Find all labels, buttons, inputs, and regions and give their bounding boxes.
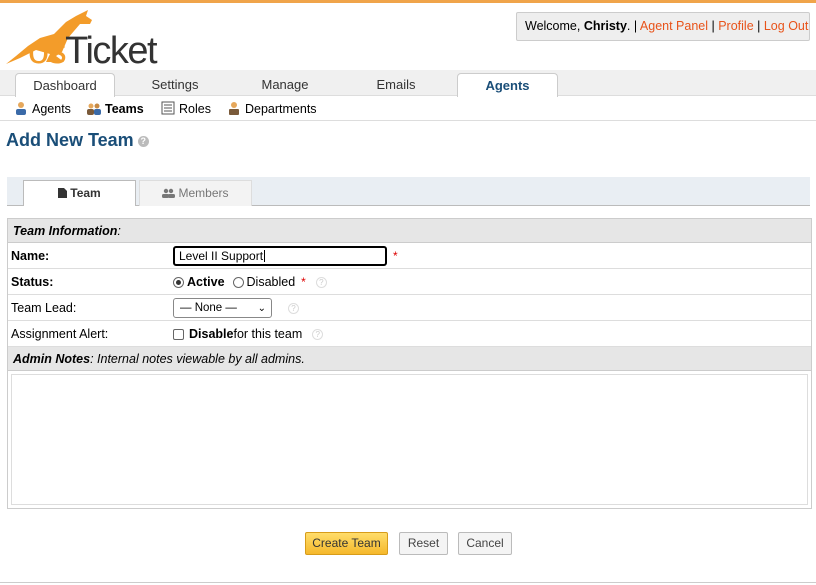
user-name: Christy: [583, 19, 627, 33]
team-lead-value: — None —: [180, 302, 237, 314]
section-title: Team Information: [13, 224, 118, 238]
chevron-down-icon: ⌄: [257, 303, 266, 314]
name-input[interactable]: Level II Support: [173, 246, 387, 266]
sub-nav: Agents Teams Roles Departments: [0, 97, 816, 121]
required-marker: *: [301, 275, 306, 289]
subnav-departments[interactable]: Departments: [227, 101, 317, 117]
separator: |: [708, 19, 719, 33]
admin-notes-title: Admin Notes: [13, 352, 91, 366]
separator: |: [753, 19, 764, 33]
admin-notes-desc: : Internal notes viewable by all admins.: [90, 352, 305, 366]
subnav-roles[interactable]: Roles: [161, 101, 211, 117]
top-accent-line: [0, 0, 816, 3]
tab-team-label: Team: [70, 186, 101, 200]
disable-label: Disable: [189, 327, 234, 341]
cancel-button[interactable]: Cancel: [458, 532, 512, 555]
team-form: Team Information: Name: Level II Support…: [7, 218, 812, 509]
tab-settings[interactable]: Settings: [125, 73, 225, 97]
file-icon: [58, 188, 68, 198]
team-lead-label: Team Lead:: [11, 301, 77, 315]
team-icon: [87, 103, 101, 115]
name-label: Name:: [11, 249, 50, 263]
required-marker: *: [393, 249, 398, 263]
team-lead-row: Team Lead: — None — ⌄ ?: [8, 295, 811, 321]
osticket-logo[interactable]: osTicket: [6, 8, 181, 72]
admin-notes-container: [8, 371, 811, 508]
roles-list-icon: [161, 101, 175, 115]
logout-link[interactable]: Log Out: [764, 19, 808, 33]
users-icon: [162, 188, 176, 198]
create-team-button[interactable]: Create Team: [305, 532, 388, 555]
subnav-label: Agents: [32, 102, 71, 116]
name-row: Name: Level II Support *: [8, 243, 811, 269]
status-active-label: Active: [187, 275, 225, 289]
profile-link[interactable]: Profile: [718, 19, 753, 33]
logo-wordmark: osTicket: [28, 30, 158, 72]
agent-icon: [16, 102, 26, 115]
status-disabled-radio[interactable]: [232, 276, 244, 288]
section-title-suffix: :: [117, 224, 121, 238]
tab-dashboard[interactable]: Dashboard: [15, 73, 115, 97]
status-row: Status: Active Disabled * ?: [8, 269, 811, 295]
help-icon[interactable]: ?: [315, 276, 327, 288]
reset-button[interactable]: Reset: [399, 532, 448, 555]
welcome-text: Welcome,: [525, 19, 584, 33]
tab-manage[interactable]: Manage: [235, 73, 335, 97]
name-input-value: Level II Support: [179, 249, 264, 263]
team-lead-select[interactable]: — None — ⌄: [173, 298, 272, 318]
admin-notes-editor[interactable]: [11, 374, 808, 505]
disable-suffix: for this team: [233, 327, 303, 341]
admin-notes-header: Admin Notes: Internal notes viewable by …: [8, 347, 811, 371]
text-cursor: [264, 250, 266, 262]
status-label: Status:: [11, 275, 54, 289]
footer-divider: [0, 582, 816, 583]
tab-members[interactable]: Members: [139, 180, 252, 206]
page-title: Add New Team?: [6, 130, 149, 151]
help-icon[interactable]: ?: [137, 136, 149, 147]
status-disabled-label: Disabled: [246, 275, 296, 289]
disable-alert-checkbox[interactable]: [173, 328, 184, 340]
page-title-text: Add New Team: [6, 130, 134, 150]
tab-emails[interactable]: Emails: [346, 73, 446, 97]
form-tabs: Team Members: [7, 177, 810, 206]
subnav-teams[interactable]: Teams: [87, 101, 144, 117]
user-welcome-bar: Welcome, Christy. | Agent Panel | Profil…: [516, 12, 810, 41]
team-information-header: Team Information:: [8, 219, 811, 243]
subnav-label: Teams: [105, 102, 144, 116]
subnav-label: Departments: [245, 102, 317, 116]
help-icon[interactable]: ?: [312, 328, 324, 340]
assignment-alert-label: Assignment Alert:: [11, 327, 109, 341]
main-nav: Dashboard Settings Manage Emails Agents: [0, 70, 816, 97]
department-icon: [229, 102, 239, 115]
agent-panel-link[interactable]: Agent Panel: [640, 19, 708, 33]
separator: |: [630, 19, 640, 33]
tab-members-label: Members: [178, 186, 229, 200]
tab-team[interactable]: Team: [23, 180, 136, 206]
help-icon[interactable]: ?: [288, 302, 299, 314]
status-active-radio[interactable]: [173, 276, 184, 288]
subnav-agents[interactable]: Agents: [14, 101, 71, 117]
subnav-label: Roles: [179, 102, 211, 116]
assignment-alert-row: Assignment Alert: Disable for this team …: [8, 321, 811, 347]
tab-agents[interactable]: Agents: [457, 73, 558, 97]
